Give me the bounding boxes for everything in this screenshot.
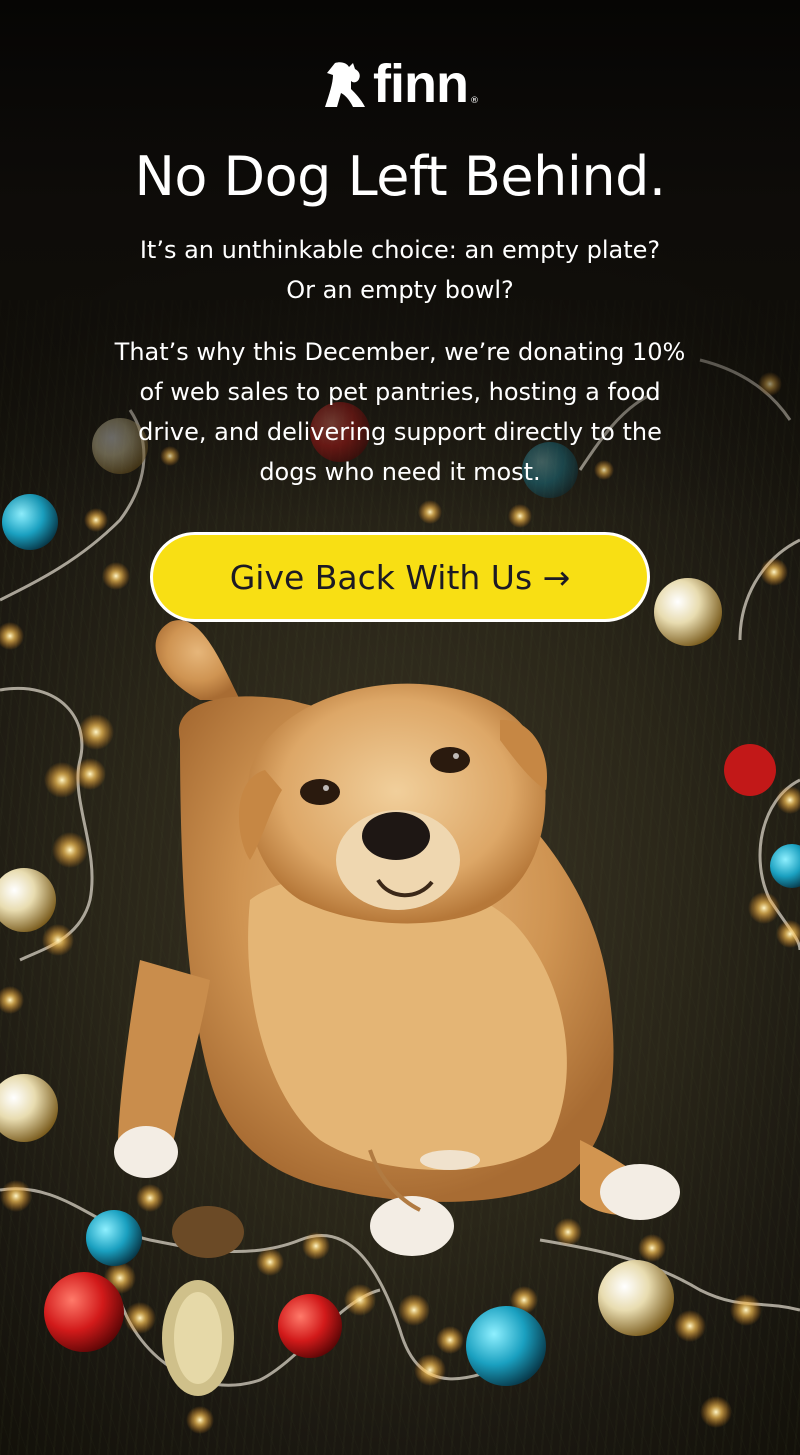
body-line: That’s why this December, we’re donating… (114, 338, 686, 366)
intro-line: Or an empty bowl? (286, 276, 514, 304)
body-line: dogs who need it most. (259, 458, 541, 486)
registered-mark: ® (469, 96, 479, 106)
cta-label: Give Back With Us → (229, 557, 571, 597)
body-line: of web sales to pet pantries, hosting a … (139, 378, 661, 406)
dog-figure (114, 620, 680, 1256)
page-title: No Dog Left Behind. (134, 145, 666, 208)
pinecone-icon (162, 1206, 244, 1396)
body-text: That’s why this December, we’re donating… (80, 332, 720, 492)
logo-wordmark: finn (373, 54, 469, 114)
dog-silhouette-icon (325, 62, 366, 107)
finn-logo[interactable]: finn ® (0, 56, 800, 112)
body-line: drive, and delivering support directly t… (138, 418, 662, 446)
hero-banner: finn ® No Dog Left Behind. It’s an unthi… (0, 0, 800, 1455)
intro-line: It’s an unthinkable choice: an empty pla… (139, 236, 661, 264)
intro-text: It’s an unthinkable choice: an empty pla… (90, 230, 710, 310)
give-back-button[interactable]: Give Back With Us → (150, 532, 650, 622)
